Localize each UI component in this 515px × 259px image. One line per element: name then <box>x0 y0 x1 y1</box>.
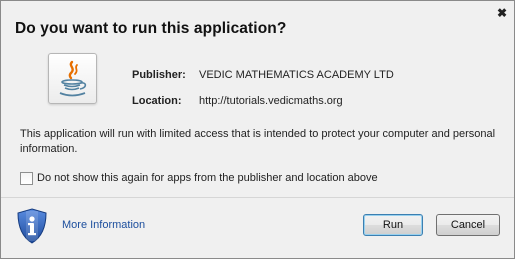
shield-info-icon <box>15 207 49 248</box>
publisher-value: VEDIC MATHEMATICS ACADEMY LTD <box>199 69 394 81</box>
more-information-link[interactable]: More Information <box>62 219 145 231</box>
access-description: This application will run with limited a… <box>20 128 496 155</box>
publisher-label: Publisher: <box>132 69 186 81</box>
security-dialog: Do you want to run this application? ✖ P… <box>0 0 515 259</box>
dont-show-again-label[interactable]: Do not show this again for apps from the… <box>37 172 378 184</box>
dialog-title: Do you want to run this application? <box>15 20 287 37</box>
run-button[interactable]: Run <box>363 214 423 236</box>
close-icon[interactable]: ✖ <box>495 6 509 20</box>
location-label: Location: <box>132 95 182 107</box>
java-cup-icon <box>48 53 97 104</box>
location-value: http://tutorials.vedicmaths.org <box>199 95 343 107</box>
cancel-button[interactable]: Cancel <box>436 214 500 236</box>
dont-show-again-checkbox[interactable] <box>20 172 33 185</box>
